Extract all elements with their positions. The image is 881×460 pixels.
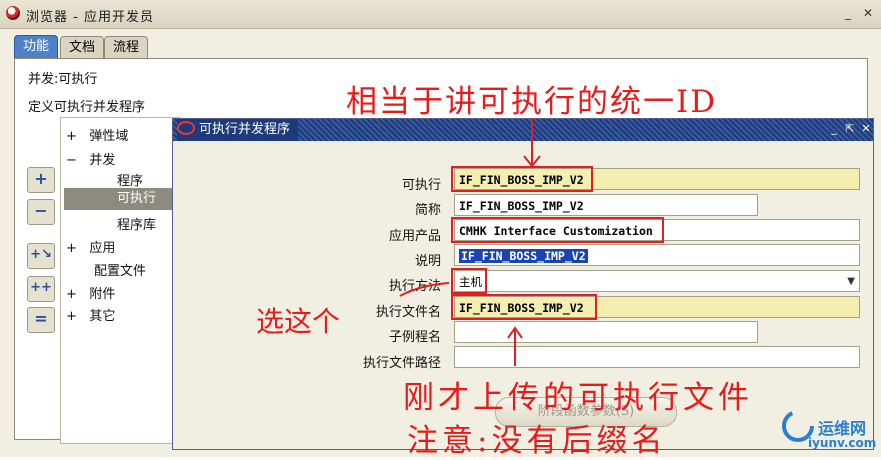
watermark-url: iyunv.com	[808, 436, 877, 450]
arrow-line	[399, 282, 450, 297]
annotation-arrows	[399, 118, 541, 366]
